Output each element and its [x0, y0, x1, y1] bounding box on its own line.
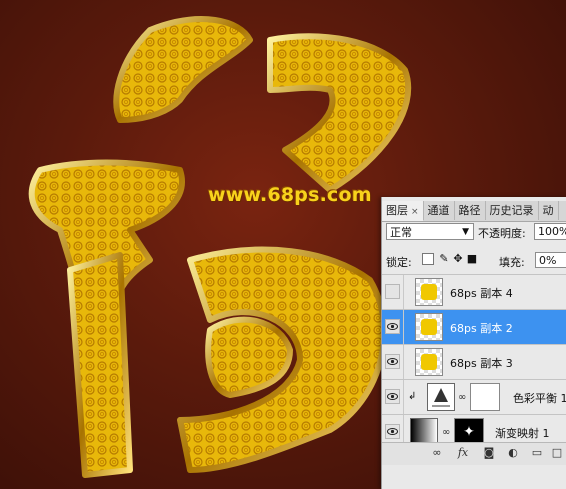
chain-link-icon[interactable]: ∞ — [442, 427, 450, 438]
chain-link-icon[interactable]: ∞ — [458, 392, 466, 403]
visibility-toggle-off[interactable] — [385, 284, 400, 299]
lock-transparent-icon[interactable] — [422, 253, 434, 265]
layer-list: 68ps 副本 4 68ps 副本 2 68ps 副本 3 ↲ ∞ 色彩平衡 1 — [382, 274, 566, 449]
panel-tabs: 图层 × 通道 路径 历史记录 动 — [382, 201, 566, 222]
opacity-input[interactable]: 100% — [534, 223, 566, 240]
tab-paths[interactable]: 路径 — [455, 201, 486, 220]
mask-icon[interactable]: ◙ — [482, 446, 496, 460]
divider — [403, 345, 404, 379]
link-icon[interactable]: ∞ — [430, 446, 444, 460]
panel-bottom-bar: ∞ fx ◙ ◐ ▭ □ — [382, 442, 566, 465]
divider — [403, 275, 404, 309]
divider — [403, 310, 404, 344]
layer-thumbnail — [415, 348, 443, 376]
layer-row-selected[interactable]: 68ps 副本 2 — [382, 309, 566, 344]
layer-name: 渐变映射 1 — [495, 427, 550, 440]
lock-label: 锁定: — [386, 256, 412, 269]
clip-arrow-icon: ↲ — [408, 391, 417, 402]
tab-channels[interactable]: 通道 — [424, 201, 455, 220]
divider — [403, 380, 404, 414]
layers-panel: 图层× 通道 路径 历史记录 动 正常▼ 不透明度: 100% 锁定: ✎ ✥ … — [381, 197, 566, 489]
fill-input[interactable]: 0% — [535, 252, 566, 268]
chevron-down-icon: ▼ — [462, 227, 469, 237]
tab-layers-label: 图层 — [386, 204, 408, 217]
watermark-text: www.68ps.com — [208, 184, 372, 206]
layer-thumbnail — [415, 278, 443, 306]
fill-label: 填充: — [499, 256, 525, 269]
color-balance-icon — [427, 383, 455, 411]
blend-mode-value: 正常 — [390, 226, 412, 239]
folder-icon[interactable]: ▭ — [530, 446, 544, 460]
eye-icon[interactable] — [385, 389, 400, 404]
lock-all-icon[interactable]: ■ — [466, 253, 478, 265]
blend-mode-select[interactable]: 正常 ▼ — [386, 223, 474, 240]
lock-move-icon[interactable]: ✥ — [452, 253, 464, 265]
new-layer-icon[interactable]: □ — [550, 446, 564, 460]
close-icon[interactable]: × — [411, 207, 419, 217]
layer-name: 68ps 副本 2 — [450, 322, 513, 335]
layer-row[interactable]: 68ps 副本 4 — [382, 274, 566, 309]
tab-layers[interactable]: 图层 × — [382, 201, 424, 221]
layer-name: 68ps 副本 3 — [450, 357, 513, 370]
eye-icon[interactable] — [385, 354, 400, 369]
lock-brush-icon[interactable]: ✎ — [438, 253, 450, 265]
eye-icon[interactable] — [385, 424, 400, 439]
layer-mask-thumbnail — [470, 383, 500, 411]
layer-thumbnail — [415, 313, 443, 341]
layer-row[interactable]: 68ps 副本 3 — [382, 344, 566, 379]
layer-name: 色彩平衡 1 — [513, 392, 566, 405]
tab-history[interactable]: 历史记录 — [486, 201, 539, 220]
layer-name: 68ps 副本 4 — [450, 287, 513, 300]
tab-actions[interactable]: 动 — [539, 201, 559, 220]
layer-row[interactable]: ↲ ∞ 色彩平衡 1 — [382, 379, 566, 414]
opacity-label: 不透明度: — [478, 227, 526, 240]
fx-icon[interactable]: fx — [456, 446, 470, 460]
eye-icon[interactable] — [385, 319, 400, 334]
adjustment-icon[interactable]: ◐ — [506, 446, 520, 460]
